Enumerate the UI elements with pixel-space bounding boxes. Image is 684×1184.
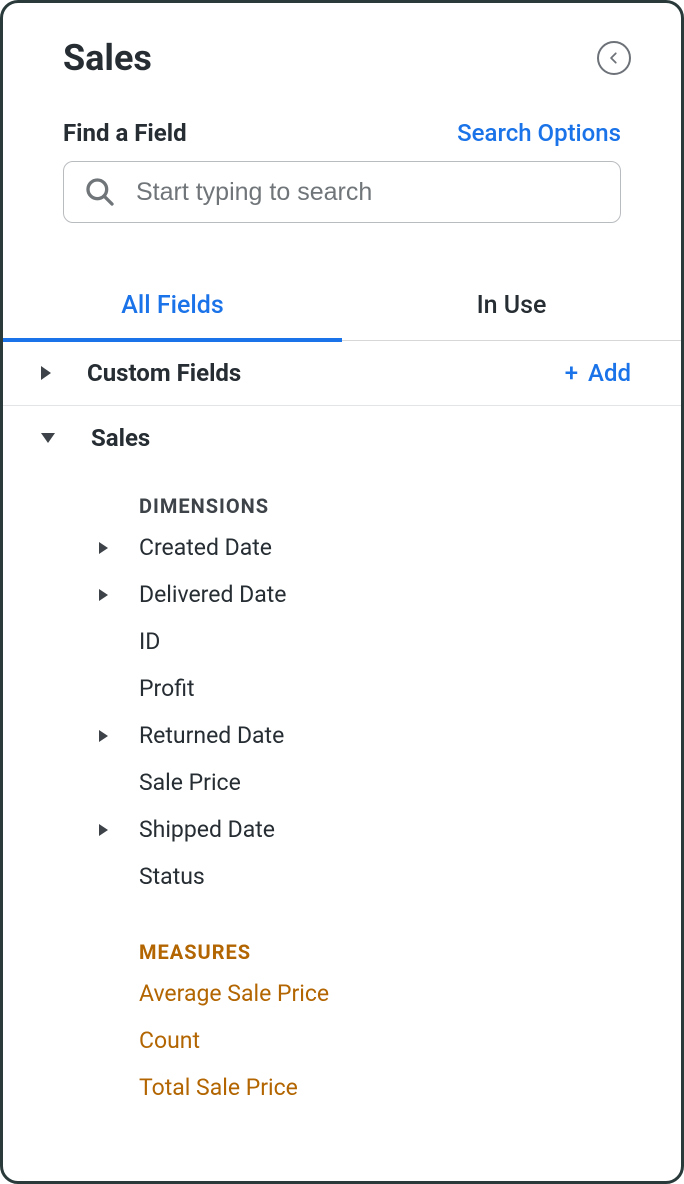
collapse-button[interactable] bbox=[597, 41, 631, 75]
dimensions-heading: DIMENSIONS bbox=[3, 470, 681, 524]
measures-heading: MEASURES bbox=[3, 900, 681, 970]
field-label: Total Sale Price bbox=[139, 1074, 298, 1101]
field-picker-panel: Sales Find a Field Search Options All Fi… bbox=[3, 3, 681, 1111]
search-icon bbox=[84, 176, 116, 208]
dimension-field[interactable]: Created Date bbox=[3, 524, 681, 571]
field-label: Sale Price bbox=[139, 769, 241, 796]
dimensions-list: Created Date Delivered Date ID Profit Return… bbox=[3, 524, 681, 900]
dimension-field[interactable]: Delivered Date bbox=[3, 571, 681, 618]
caret-down-icon bbox=[41, 433, 55, 443]
field-label: Profit bbox=[139, 675, 194, 702]
field-label: Created Date bbox=[139, 534, 272, 561]
field-label: Shipped Date bbox=[139, 816, 275, 843]
caret-slot bbox=[99, 542, 139, 554]
chevron-left-icon bbox=[607, 51, 621, 65]
dimension-field[interactable]: Status bbox=[3, 853, 681, 900]
caret-right-icon bbox=[99, 589, 108, 601]
find-field-label: Find a Field bbox=[63, 119, 187, 147]
add-custom-field-button[interactable]: + Add bbox=[565, 359, 631, 387]
tab-in-use[interactable]: In Use bbox=[342, 273, 681, 340]
dimension-field[interactable]: Returned Date bbox=[3, 712, 681, 759]
caret-slot bbox=[99, 730, 139, 742]
custom-fields-label: Custom Fields bbox=[87, 359, 241, 387]
measure-field[interactable]: Total Sale Price bbox=[3, 1064, 681, 1111]
dimension-field[interactable]: ID bbox=[3, 618, 681, 665]
field-label: Count bbox=[139, 1027, 200, 1054]
custom-fields-section[interactable]: Custom Fields + Add bbox=[3, 341, 681, 406]
caret-right-icon bbox=[41, 366, 51, 380]
dimension-field[interactable]: Shipped Date bbox=[3, 806, 681, 853]
measure-field[interactable]: Average Sale Price bbox=[3, 970, 681, 1017]
panel-header: Sales bbox=[3, 3, 681, 89]
field-label: Returned Date bbox=[139, 722, 284, 749]
sales-section-label: Sales bbox=[91, 424, 150, 452]
caret-right-icon bbox=[99, 730, 108, 742]
field-label: ID bbox=[139, 628, 160, 655]
plus-icon: + bbox=[565, 359, 578, 387]
add-label: Add bbox=[588, 359, 631, 387]
caret-right-icon bbox=[99, 824, 108, 836]
search-input[interactable] bbox=[136, 178, 600, 207]
search-labels: Find a Field Search Options bbox=[63, 119, 621, 147]
search-box[interactable] bbox=[63, 161, 621, 223]
tab-all-fields[interactable]: All Fields bbox=[3, 273, 342, 342]
search-options-link[interactable]: Search Options bbox=[457, 119, 621, 147]
caret-slot bbox=[99, 824, 139, 836]
tabs: All Fields In Use bbox=[3, 273, 681, 341]
dimension-field[interactable]: Profit bbox=[3, 665, 681, 712]
search-section: Find a Field Search Options bbox=[3, 89, 681, 223]
field-label: Status bbox=[139, 863, 205, 890]
caret-right-icon bbox=[99, 542, 108, 554]
field-label: Delivered Date bbox=[139, 581, 286, 608]
panel-title: Sales bbox=[63, 37, 152, 79]
sales-section-header[interactable]: Sales bbox=[3, 406, 681, 470]
field-label: Average Sale Price bbox=[139, 980, 329, 1007]
measure-field[interactable]: Count bbox=[3, 1017, 681, 1064]
dimension-field[interactable]: Sale Price bbox=[3, 759, 681, 806]
caret-slot bbox=[99, 589, 139, 601]
measures-list: Average Sale Price Count Total Sale Price bbox=[3, 970, 681, 1111]
